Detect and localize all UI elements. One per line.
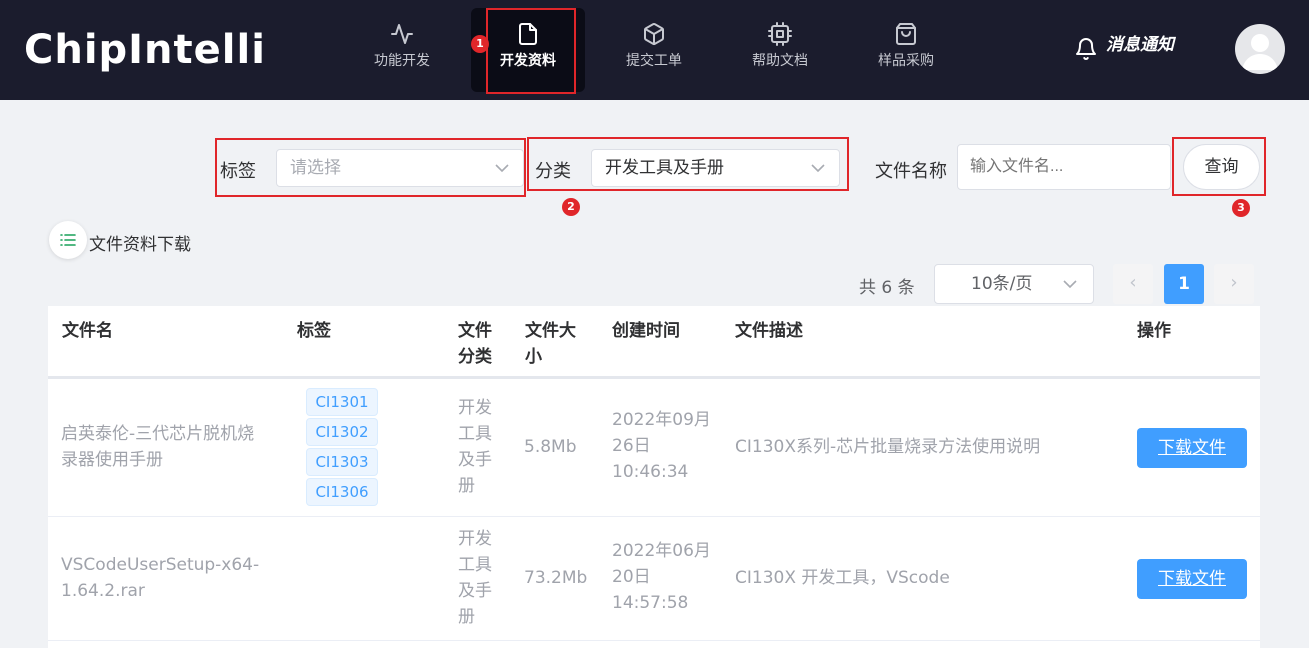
header-size-line: 文件大	[525, 321, 576, 341]
cell-description: CI130X系列-芯片批量烧录方法使用说明	[735, 437, 1041, 457]
cell-category-line: 开发	[458, 529, 492, 549]
nav-item-sample-purchase[interactable]: 样品采购	[858, 16, 954, 88]
row-divider	[48, 516, 1260, 517]
box-icon	[644, 23, 664, 46]
activity-icon	[391, 24, 413, 44]
nav-label: 开发资料	[500, 53, 556, 69]
row-divider	[48, 640, 1260, 641]
tag-badge: CI1301	[306, 388, 378, 416]
avatar[interactable]	[1235, 24, 1285, 74]
category-filter-label: 分类	[535, 161, 571, 182]
files-table: 文件名 标签 文件 分类 文件大 小 创建时间 文件描述 操作 启英泰伦-三代芯…	[48, 306, 1260, 648]
annotation-badge-1: 1	[471, 35, 489, 53]
pagination-total: 共 6 条	[859, 278, 915, 298]
cell-created: 2022年06月 20日 14:57:58	[612, 538, 711, 616]
header-description: 文件描述	[735, 321, 803, 341]
notification-link[interactable]: 消息通知	[1106, 30, 1174, 55]
cell-created-line: 2022年06月	[612, 541, 711, 561]
nav-label: 样品采购	[878, 53, 934, 69]
cell-file-name-line: 1.64.2.rar	[61, 581, 145, 601]
brand-logo[interactable]: ChipIntelli	[24, 24, 266, 76]
cell-size: 73.2Mb	[524, 568, 588, 588]
cell-created-line: 20日	[612, 567, 651, 587]
chevron-down-icon	[1063, 280, 1077, 289]
cell-created-line: 2022年09月	[612, 410, 711, 430]
header-size-line: 小	[525, 347, 542, 367]
cell-category-line: 及手	[458, 581, 492, 601]
nav-item-submit-ticket[interactable]: 提交工单	[606, 16, 702, 88]
query-button[interactable]: 查询	[1183, 144, 1260, 190]
nav-label: 帮助文档	[752, 53, 808, 69]
cell-category: 开发 工具 及手 册	[458, 526, 492, 630]
user-icon	[1242, 34, 1278, 70]
page-number-button[interactable]: 1	[1164, 264, 1204, 304]
download-file-button[interactable]: 下载文件	[1137, 428, 1247, 468]
cell-file-name: VSCodeUserSetup-x64- 1.64.2.rar	[61, 552, 259, 604]
prev-page-button[interactable]: ‹	[1113, 264, 1153, 304]
chevron-down-icon	[811, 164, 825, 173]
header-file-name: 文件名	[62, 321, 113, 341]
cell-category-line: 工具	[458, 555, 492, 575]
cell-file-name-line: 录器使用手册	[61, 450, 163, 470]
cell-file-name: 启英泰伦-三代芯片脱机烧 录器使用手册	[61, 421, 254, 473]
tag-filter-label: 标签	[220, 161, 256, 182]
nav-item-dev-materials[interactable]: 开发资料	[471, 8, 585, 92]
filename-input[interactable]	[957, 144, 1171, 190]
page-size-value: 10条/页	[971, 274, 1033, 294]
download-file-button[interactable]: 下载文件	[1137, 559, 1247, 599]
tag-select[interactable]: 请选择	[276, 149, 524, 187]
cell-file-name-line: VSCodeUserSetup-x64-	[61, 555, 260, 575]
cell-created: 2022年09月 26日 10:46:34	[612, 407, 711, 485]
cell-created-line: 10:46:34	[612, 462, 689, 482]
header-category-line: 分类	[458, 347, 492, 367]
cell-size: 5.8Mb	[524, 437, 577, 457]
cell-file-name-line: 启英泰伦-三代芯片脱机烧	[61, 424, 255, 444]
header-size: 文件大 小	[525, 318, 576, 370]
category-select-value: 开发工具及手册	[605, 158, 724, 178]
header-action: 操作	[1137, 321, 1171, 341]
bell-icon[interactable]	[1074, 36, 1098, 62]
cell-category-line: 工具	[458, 424, 492, 444]
chevron-down-icon	[495, 164, 509, 173]
cell-created-line: 26日	[612, 436, 651, 456]
cell-category-line: 开发	[458, 398, 492, 418]
top-navbar: ChipIntelli 功能开发 开发资料 提交工单 帮助文档 样品采购 消息通…	[0, 0, 1309, 100]
header-tags: 标签	[297, 321, 331, 341]
tag-badge: CI1306	[306, 478, 378, 506]
tag-badge: CI1302	[306, 418, 378, 446]
cell-category: 开发 工具 及手 册	[458, 395, 492, 499]
tag-badge: CI1303	[306, 448, 378, 476]
header-divider	[48, 376, 1260, 379]
header-category: 文件 分类	[458, 318, 492, 370]
page-size-select[interactable]: 10条/页	[934, 264, 1094, 304]
annotation-badge-3: 3	[1232, 199, 1250, 217]
cell-category-line: 册	[458, 607, 475, 627]
cell-category-line: 及手	[458, 450, 492, 470]
file-icon	[519, 23, 537, 45]
cell-created-line: 14:57:58	[612, 593, 689, 613]
chip-icon	[768, 22, 792, 46]
list-icon	[60, 234, 76, 246]
cell-description: CI130X 开发工具，VScode	[735, 568, 950, 588]
nav-item-help-docs[interactable]: 帮助文档	[732, 16, 828, 88]
category-select[interactable]: 开发工具及手册	[591, 149, 840, 187]
nav-item-feature-dev[interactable]: 功能开发	[354, 16, 450, 88]
nav-label: 提交工单	[626, 53, 682, 69]
section-title: 文件资料下载	[89, 235, 191, 255]
nav-label: 功能开发	[374, 53, 430, 69]
header-category-line: 文件	[458, 321, 492, 341]
header-created: 创建时间	[612, 321, 680, 341]
next-page-button[interactable]: ›	[1214, 264, 1254, 304]
section-icon-wrap	[49, 221, 87, 259]
shopping-bag-icon	[896, 23, 916, 45]
filename-filter-label: 文件名称	[875, 161, 947, 182]
tag-select-placeholder: 请选择	[290, 158, 341, 178]
cell-category-line: 册	[458, 476, 475, 496]
annotation-badge-2: 2	[562, 198, 580, 216]
